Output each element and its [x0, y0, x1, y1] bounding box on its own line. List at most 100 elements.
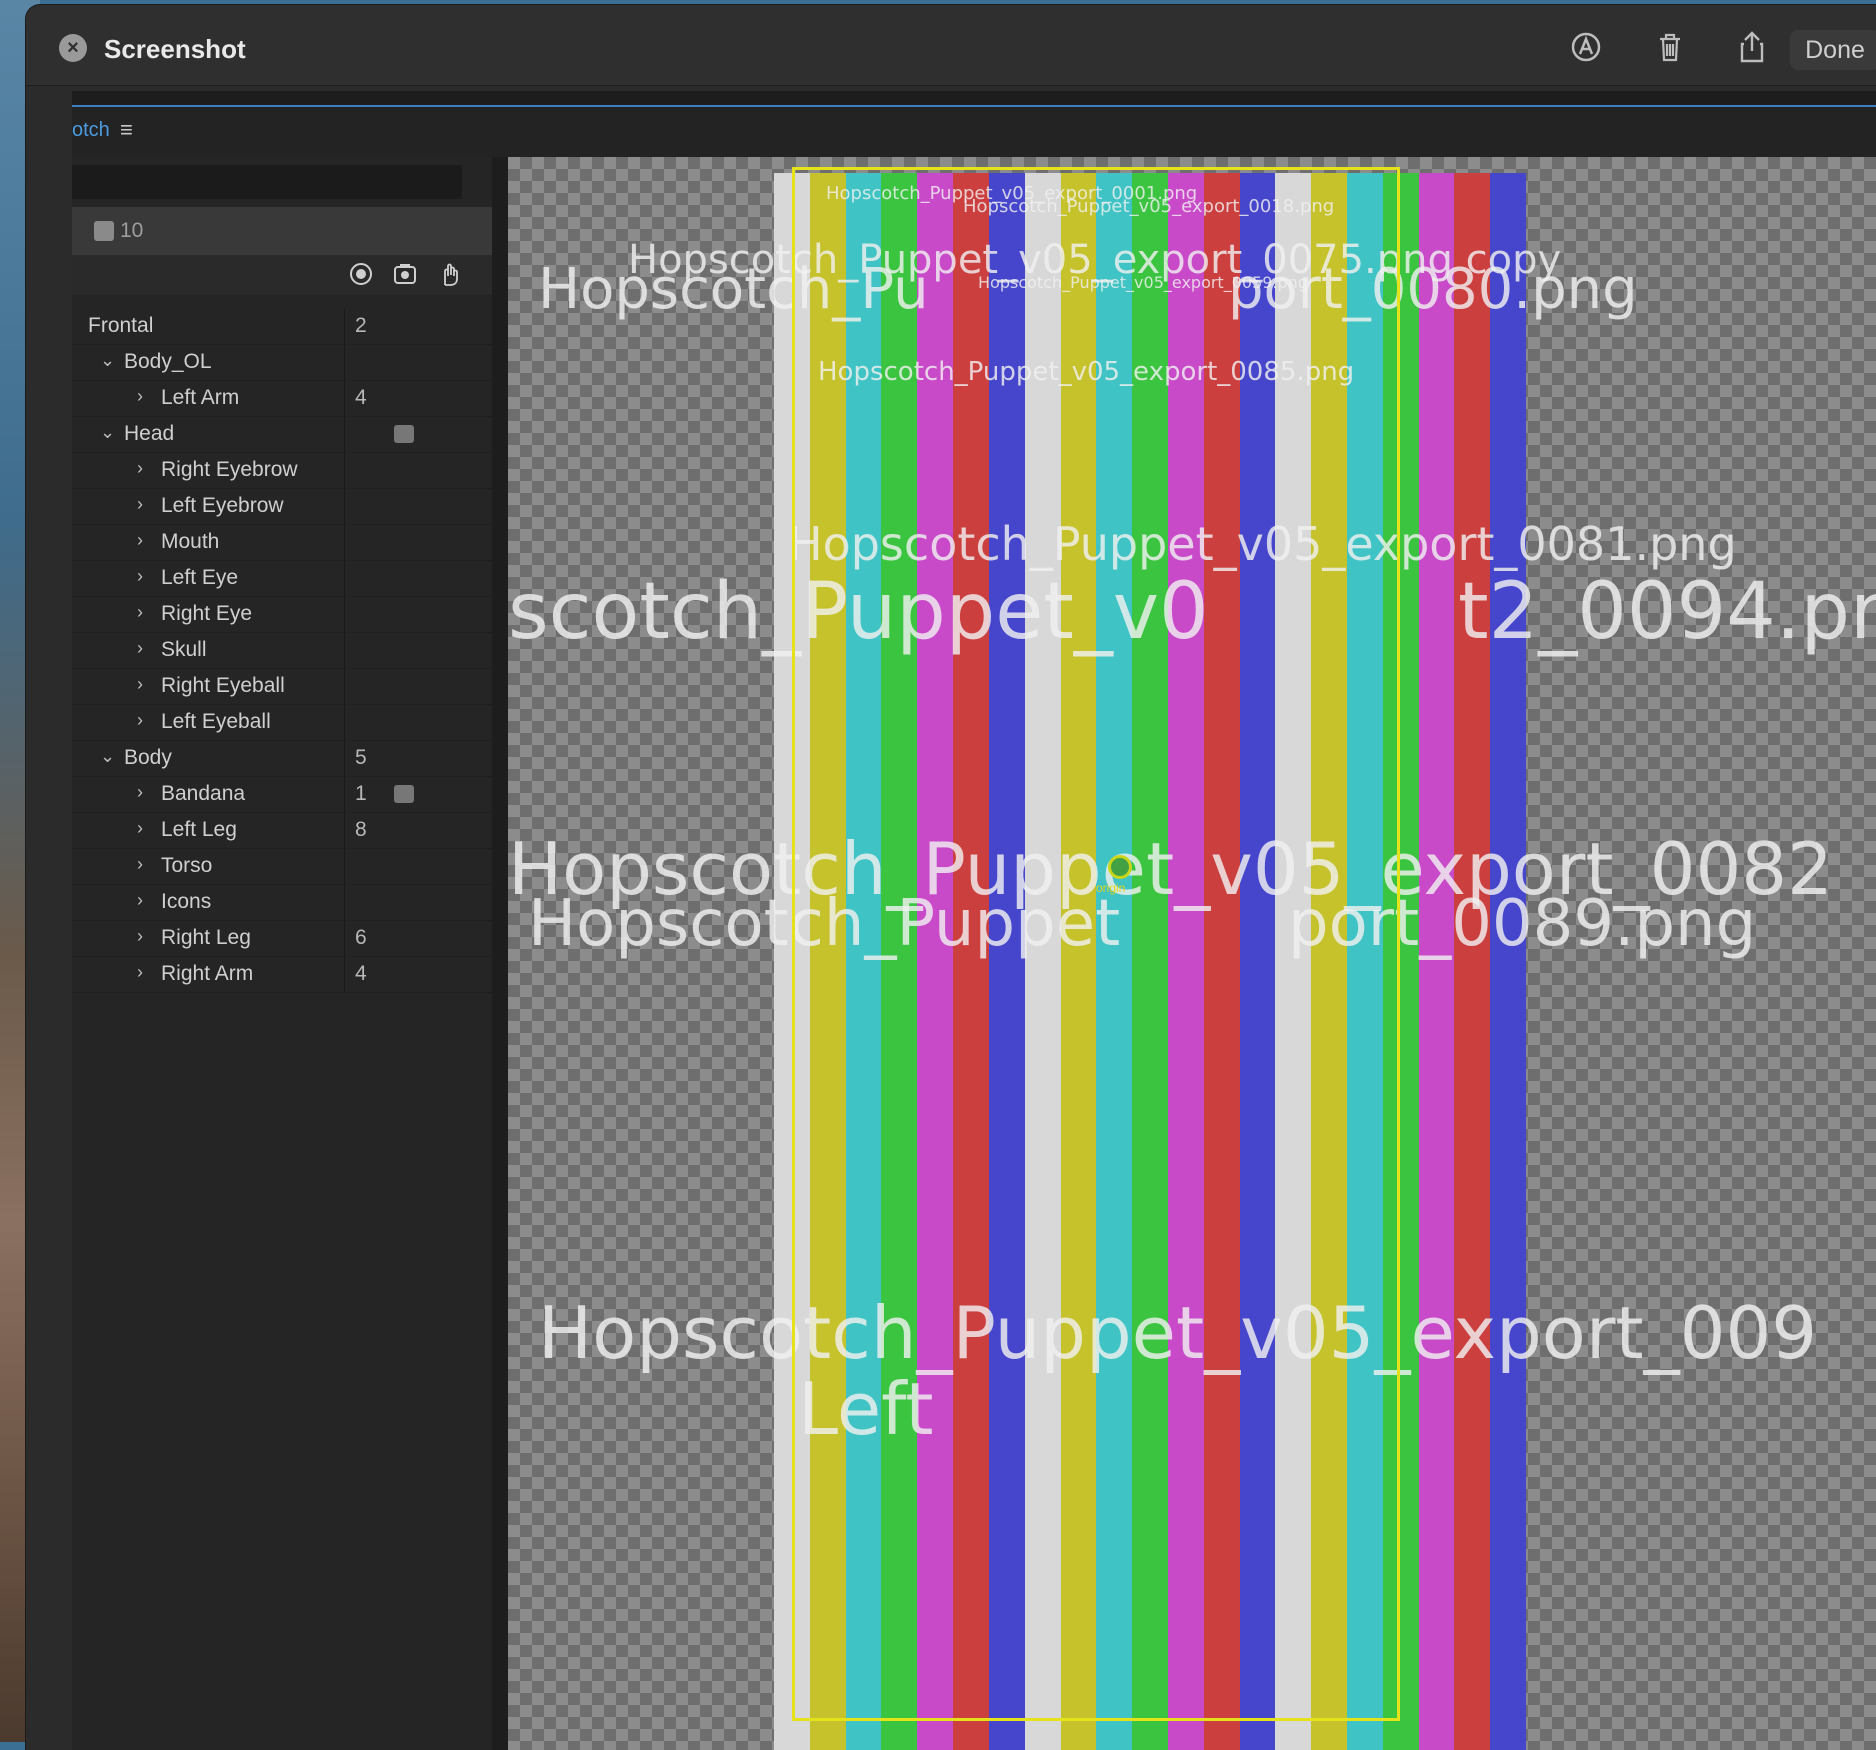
- chevron-right-icon[interactable]: ›: [137, 602, 143, 623]
- layer-count: 2: [355, 314, 367, 337]
- layer-row[interactable]: › Right Eye: [72, 597, 492, 633]
- chevron-right-icon[interactable]: ›: [137, 926, 143, 947]
- chevron-right-icon[interactable]: ›: [137, 494, 143, 515]
- chevron-right-icon[interactable]: ›: [137, 890, 143, 911]
- layer-row[interactable]: ⌄ Head: [72, 417, 492, 453]
- chevron-down-icon[interactable]: ⌄: [100, 350, 115, 371]
- search-input[interactable]: [72, 165, 462, 199]
- puppet-canvas[interactable]: Hopscotch_Puppet_v05_export_0001.png Hop…: [508, 157, 1876, 1750]
- layer-name: Right Arm: [161, 962, 254, 985]
- layer-row[interactable]: ⌄ Body 5: [72, 741, 492, 777]
- window-title: Screenshot: [104, 34, 246, 64]
- chevron-right-icon[interactable]: ›: [137, 962, 143, 983]
- column-divider: [344, 381, 345, 416]
- color-bar: [1454, 173, 1491, 1750]
- layer-count: 4: [355, 962, 367, 985]
- share-icon[interactable]: [1734, 29, 1770, 65]
- layer-row[interactable]: › Left Eyeball: [72, 705, 492, 741]
- layer-name: Head: [124, 422, 175, 445]
- chevron-right-icon[interactable]: ›: [137, 638, 143, 659]
- overlay-label: t2_0094.png: [1458, 567, 1876, 657]
- title-bar: × Screenshot Done: [26, 5, 1876, 86]
- layer-count: 4: [355, 386, 367, 409]
- done-button[interactable]: Done: [1790, 30, 1876, 70]
- layer-name: Right Leg: [161, 926, 251, 949]
- layer-row[interactable]: › Left Eyebrow: [72, 489, 492, 525]
- screenshot-window: × Screenshot Done otch ≡ 10 Frontal 2 ⌄ …: [26, 5, 1876, 1750]
- layer-row[interactable]: › Left Leg 8: [72, 813, 492, 849]
- color-bar: [1418, 173, 1455, 1750]
- layer-count: 8: [355, 818, 367, 841]
- chevron-right-icon[interactable]: ›: [137, 854, 143, 875]
- puppet-bounds: [792, 167, 1400, 1721]
- layer-row[interactable]: › Skull: [72, 633, 492, 669]
- column-divider: [344, 489, 345, 524]
- layer-row[interactable]: Frontal 2: [72, 309, 492, 345]
- column-divider: [344, 525, 345, 560]
- layer-name: Skull: [161, 638, 207, 661]
- close-button[interactable]: ×: [59, 34, 87, 62]
- column-divider: [344, 453, 345, 488]
- layer-count: 5: [355, 746, 367, 769]
- markup-icon[interactable]: [1568, 29, 1604, 65]
- layer-row[interactable]: › Right Arm 4: [72, 957, 492, 993]
- layer-row[interactable]: › Torso: [72, 849, 492, 885]
- layer-name: Right Eyebrow: [161, 458, 298, 481]
- chevron-right-icon[interactable]: ›: [137, 530, 143, 551]
- camera-icon[interactable]: [394, 425, 414, 443]
- panel-menu-icon[interactable]: ≡: [120, 117, 133, 143]
- layer-row[interactable]: › Mouth: [72, 525, 492, 561]
- layer-row[interactable]: ⌄ Body_OL: [72, 345, 492, 381]
- layer-count: 1: [355, 782, 367, 805]
- layer-name: Left Eyebrow: [161, 494, 284, 517]
- chevron-right-icon[interactable]: ›: [137, 386, 143, 407]
- layer-name: Right Eye: [161, 602, 253, 625]
- column-divider: [344, 957, 345, 992]
- layer-count: 6: [355, 926, 367, 949]
- layer-name: Left Eyeball: [161, 710, 271, 733]
- layer-name: Frontal: [88, 314, 154, 337]
- column-divider: [344, 669, 345, 704]
- chevron-right-icon[interactable]: ›: [137, 566, 143, 587]
- tab-bar: otch ≡: [72, 105, 1876, 157]
- layer-count: 10: [120, 219, 144, 242]
- chevron-right-icon[interactable]: ›: [137, 710, 143, 731]
- chevron-right-icon[interactable]: ›: [137, 458, 143, 479]
- column-divider: [344, 345, 345, 380]
- layer-row[interactable]: › Right Eyebrow: [72, 453, 492, 489]
- tools-row: [72, 255, 492, 295]
- chevron-right-icon[interactable]: ›: [137, 674, 143, 695]
- hand-icon[interactable]: [436, 261, 462, 287]
- trash-icon[interactable]: [1652, 29, 1688, 65]
- color-bar: [1490, 173, 1527, 1750]
- layers-panel: 10 Frontal 2 ⌄ Body_OL › Left Arm 4 ⌄ Head › Right…: [72, 157, 492, 1750]
- chevron-down-icon[interactable]: ⌄: [100, 746, 115, 767]
- layer-row[interactable]: › Left Eye: [72, 561, 492, 597]
- layer-row[interactable]: › Left Arm 4: [72, 381, 492, 417]
- layer-name: Left Leg: [161, 818, 237, 841]
- column-divider: [344, 777, 345, 812]
- camera-icon[interactable]: [392, 261, 418, 287]
- column-divider: [344, 885, 345, 920]
- chevron-right-icon[interactable]: ›: [137, 818, 143, 839]
- camera-icon[interactable]: [394, 785, 414, 803]
- record-icon[interactable]: [348, 261, 374, 287]
- app-content: otch ≡ 10 Frontal 2 ⌄ Body_OL › Left Arm…: [72, 91, 1876, 1750]
- column-divider: [344, 813, 345, 848]
- layer-row[interactable]: › Right Leg 6: [72, 921, 492, 957]
- layer-row[interactable]: › Icons: [72, 885, 492, 921]
- layer-name: Right Eyeball: [161, 674, 285, 697]
- layer-row[interactable]: › Bandana 1: [72, 777, 492, 813]
- column-divider: [344, 741, 345, 776]
- chevron-right-icon[interactable]: ›: [137, 782, 143, 803]
- layer-row[interactable]: › Right Eyeball: [72, 669, 492, 705]
- column-divider: [344, 849, 345, 884]
- layer-name: Body: [124, 746, 172, 769]
- column-divider: [344, 597, 345, 632]
- origin-handle[interactable]: [1108, 855, 1132, 879]
- column-divider: [344, 561, 345, 596]
- tab-puppet[interactable]: otch: [72, 119, 110, 142]
- column-divider: [344, 921, 345, 956]
- layer-count-row: 10: [72, 207, 492, 255]
- chevron-down-icon[interactable]: ⌄: [100, 422, 115, 443]
